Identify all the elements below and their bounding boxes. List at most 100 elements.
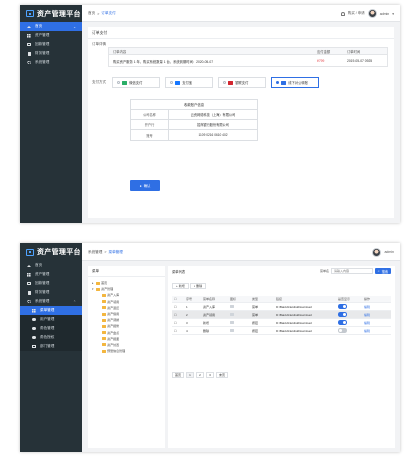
order-table: 订单内容 应付金额 订单时间 购买资产服务 1 年，购买系统数量 1 台，系统到… <box>108 47 388 67</box>
sidebar-item-icon-wrap <box>27 42 31 47</box>
sidebar-item[interactable]: 资产管理 <box>20 31 82 40</box>
breadcrumb-home[interactable]: 首页 <box>88 11 95 16</box>
bell-icon[interactable] <box>340 11 345 16</box>
row-checkbox[interactable]: ☐ <box>172 313 186 317</box>
breadcrumb-separator: > <box>97 11 100 16</box>
caret-down-icon[interactable]: ▾ <box>92 287 95 291</box>
radio-button[interactable] <box>170 80 174 85</box>
pay-option[interactable]: 线下对公转账 <box>271 77 319 88</box>
bank-info-key: 账号 <box>131 130 169 140</box>
doc-icon <box>27 51 31 56</box>
sidebar-item-icon-wrap <box>27 25 31 29</box>
delete-button-label: 删除 <box>196 284 203 288</box>
sidebar-item-icon-wrap <box>27 51 31 56</box>
image-icon <box>230 313 234 316</box>
pay-option[interactable]: 支付宝 <box>165 77 213 88</box>
menu-type: 菜单 <box>252 312 259 317</box>
chevron-down-icon: ⌄ <box>73 24 76 29</box>
user-icon <box>32 326 36 331</box>
radio-button[interactable] <box>117 80 121 85</box>
sidebar-item[interactable]: 角色授权 <box>20 333 82 342</box>
sidebar-item[interactable]: 部门管理 <box>20 342 82 351</box>
search-button[interactable]: ⌕ 搜索 <box>375 268 391 274</box>
confirm-button[interactable]: ● 确认 <box>130 180 160 191</box>
menu-type: 按钮 <box>252 320 259 325</box>
select-all-checkbox[interactable]: ☐ <box>172 297 186 301</box>
order-amount: ¥799 <box>317 59 325 63</box>
visibility-toggle[interactable] <box>338 304 347 309</box>
app-name: 资产管理平台 <box>37 249 81 256</box>
page-button[interactable]: 1 <box>186 372 195 378</box>
visibility-toggle[interactable] <box>338 312 347 317</box>
sidebar-item[interactable]: 回款管理 <box>20 40 82 49</box>
tree-item-label: 资产入库 <box>107 293 120 298</box>
row-checkbox[interactable]: ☐ <box>172 321 186 325</box>
tree-item-label: 资产领用 <box>107 299 120 304</box>
menu-management-screen: 资产管理平台 首页 资产管理 回款管理 财务管理 系统管理 ⌃ 菜单管理 用户管理 角色管理 角色… <box>20 243 400 452</box>
app-logo: 资产管理平台 <box>20 5 82 22</box>
row-checkbox[interactable]: ☐ <box>172 329 186 333</box>
sidebar-item[interactable]: 财务管理 <box>20 49 82 58</box>
sidebar-item-icon-wrap <box>32 326 36 331</box>
sidebar-item-label: 部门管理 <box>40 344 55 348</box>
tree-item-label: 资产退还 <box>107 305 120 310</box>
breadcrumb-home[interactable]: 系统管理 <box>88 250 102 255</box>
order-content: 购买资产服务 1 年，购买系统数量 1 台，系统到期时间：2020-05-07 <box>113 59 214 64</box>
edit-link[interactable]: 编辑 <box>364 321 391 325</box>
sidebar-item[interactable]: 回款管理 <box>20 279 82 288</box>
row-checkbox[interactable]: ☐ <box>172 305 186 309</box>
sidebar-item[interactable]: 首页 ⌄ <box>20 22 82 31</box>
add-button[interactable]: + 新增 <box>172 283 189 289</box>
pay-option[interactable]: 微信支付 <box>112 77 160 88</box>
menu-tree-title: 菜单 <box>88 266 165 277</box>
sidebar-item-icon-wrap <box>27 290 31 295</box>
avatar[interactable] <box>367 9 377 18</box>
sidebar-item-label: 角色授权 <box>40 335 55 339</box>
sidebar-item[interactable]: 菜单管理 <box>20 306 82 315</box>
table-row[interactable]: ☐ 2 资产领用 菜单 D:\Baidu\NetdiskDownload 编辑 <box>172 311 391 319</box>
caret-right-icon[interactable]: ▸ <box>92 281 95 285</box>
notice-link[interactable]: 购买 / 申请 <box>348 11 365 16</box>
avatar[interactable] <box>372 247 382 257</box>
sidebar-item[interactable]: 系统管理 ⌃ <box>20 297 82 306</box>
sidebar-item[interactable]: 财务管理 <box>20 288 82 297</box>
tree-item[interactable]: 预警信息管理 <box>92 348 165 354</box>
chevron-down-icon[interactable]: ▾ <box>392 12 394 16</box>
page-button[interactable]: 首页 <box>172 372 185 378</box>
sidebar-item-icon-wrap <box>32 335 36 340</box>
sidebar-item[interactable]: 资产管理 <box>20 270 82 279</box>
app-name: 资产管理平台 <box>37 10 81 18</box>
radio-button[interactable] <box>223 80 227 85</box>
edit-link[interactable]: 编辑 <box>364 329 391 333</box>
column-header: 是否显示 <box>338 297 351 301</box>
sidebar-item-label: 资产管理 <box>35 272 50 276</box>
radio-button[interactable] <box>276 80 280 85</box>
visibility-toggle[interactable] <box>338 328 347 333</box>
column-header: 链接 <box>276 297 283 301</box>
sidebar-item[interactable]: 用户管理 <box>20 315 82 324</box>
edit-link[interactable]: 编辑 <box>364 313 391 317</box>
table-row[interactable]: ☐ 4 删除 按钮 D:\Baidu\NetdiskDownload 编辑 <box>172 327 391 335</box>
username[interactable]: admin <box>384 250 394 254</box>
page-button[interactable]: 3 <box>206 372 215 378</box>
menu-link: D:\Baidu\NetdiskDownload <box>276 320 312 325</box>
sidebar-item[interactable]: 系统管理 <box>20 58 82 67</box>
page-button[interactable]: 末页 <box>216 372 229 378</box>
user-icon <box>32 317 36 322</box>
visibility-toggle[interactable] <box>338 320 347 325</box>
pay-option[interactable]: 银联支付 <box>218 77 266 88</box>
username[interactable]: admin <box>380 12 390 16</box>
table-row[interactable]: ☐ 1 资产入库 菜单 D:\Baidu\NetdiskDownload 编辑 <box>172 303 391 311</box>
search-label: 菜单名 <box>319 269 329 273</box>
edit-link[interactable]: 编辑 <box>364 305 391 309</box>
sidebar-item[interactable]: 首页 <box>20 261 82 270</box>
breadcrumb-current: 菜单管理 <box>108 249 123 254</box>
row-number: 4 <box>186 328 188 333</box>
visibility-cell <box>338 304 364 309</box>
table-row[interactable]: ☐ 3 新增 按钮 D:\Baidu\NetdiskDownload 编辑 <box>172 319 391 327</box>
delete-button[interactable]: ▪ 删除 <box>190 283 207 289</box>
sidebar-item[interactable]: 角色管理 <box>20 324 82 333</box>
page-button[interactable]: 2 <box>196 372 205 378</box>
folder-icon <box>101 324 106 328</box>
search-input[interactable] <box>331 268 373 274</box>
